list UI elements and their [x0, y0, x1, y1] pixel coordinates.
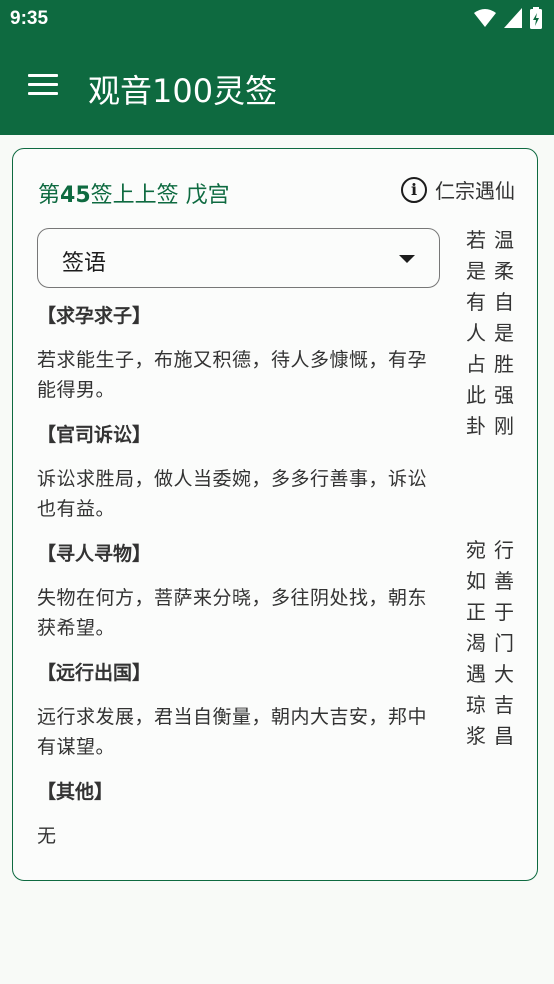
lot-suffix: 签 [90, 183, 113, 208]
section-heading: 【远行出国】 [37, 662, 152, 684]
story-title: 仁宗遇仙 [435, 179, 515, 203]
section-body: 诉讼求胜局，做人当委婉，多多行善事，诉讼也有益。 [37, 468, 428, 520]
lot-grade: 上上签 [112, 183, 179, 208]
app-bar: 观音100灵签 [0, 38, 554, 135]
section-body: 无 [37, 825, 57, 847]
status-icons [474, 7, 542, 29]
info-icon[interactable]: i [401, 176, 427, 203]
poem-column-right: 温 柔 自 是 胜 强 刚 行 善 于 门 大 吉 昌 [494, 228, 514, 748]
battery-icon [530, 7, 542, 29]
section-heading: 【其他】 [37, 781, 114, 803]
section-heading: 【官司诉讼】 [37, 424, 152, 446]
category-dropdown[interactable]: 签语 [37, 228, 440, 288]
lot-number: 45 [60, 183, 91, 208]
menu-icon[interactable] [28, 74, 58, 96]
lot-title: 第45签上上签 戊宫 [38, 177, 230, 209]
section-heading: 【求孕求子】 [37, 305, 152, 327]
lot-palace: 戊宫 [185, 183, 230, 208]
signal-icon [504, 8, 522, 28]
poem-column-left: 若 是 有 人 占 此 卦 宛 如 正 渴 遇 琼 浆 [466, 228, 486, 748]
status-time: 9:35 [10, 8, 49, 29]
section-body: 失物在何方，菩萨来分晓，多往阴处找，朝东获希望。 [37, 587, 428, 639]
wifi-icon [474, 9, 496, 27]
lot-number-prefix: 第 [38, 183, 61, 208]
lot-card: 第45签上上签 戊宫 i 仁宗遇仙 签语 【求孕求子】 若求能生子，布施又积德，… [12, 148, 538, 881]
interpretation-list: 【求孕求子】 若求能生子，布施又积德，待人多慷慨，有孕能得男。 【官司诉讼】 诉… [37, 301, 442, 866]
section-body: 若求能生子，布施又积德，待人多慷慨，有孕能得男。 [37, 349, 428, 401]
section-body: 远行求发展，君当自衡量，朝内大吉安，邦中有谋望。 [37, 706, 428, 758]
section-heading: 【寻人寻物】 [37, 543, 152, 565]
app-title: 观音100灵签 [88, 72, 278, 110]
dropdown-arrow-icon [399, 255, 415, 263]
status-bar: 9:35 [0, 0, 554, 38]
dropdown-selected-value: 签语 [62, 251, 107, 276]
story-info-button[interactable]: i 仁宗遇仙 [401, 175, 515, 204]
